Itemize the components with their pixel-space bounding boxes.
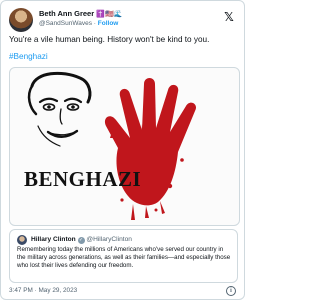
author-name-line[interactable]: Beth Ann Greer ✝️🇺🇸🌊 (39, 9, 122, 18)
tweet-header: Beth Ann Greer ✝️🇺🇸🌊 @SandSunWaves · Fol… (9, 7, 238, 33)
tweet-timestamp[interactable]: 3:47 PM · May 29, 2023 (9, 287, 77, 294)
hashtag-link[interactable]: #Benghazi (9, 52, 48, 61)
author-name[interactable]: Beth Ann Greer (39, 9, 94, 18)
handle-separator: · (93, 20, 96, 27)
tweet-image[interactable]: BENGHAZI (9, 67, 240, 226)
quoted-text: Remembering today the millions of Americ… (17, 246, 231, 270)
info-icon[interactable]: i (226, 286, 236, 296)
quoted-tweet[interactable]: Hillary Clinton ✓ @HillaryClinton Rememb… (9, 229, 238, 283)
image-caption-text: BENGHAZI (24, 167, 142, 191)
quoted-author-handle[interactable]: @HillaryClinton (86, 236, 132, 243)
red-handprint (104, 78, 197, 220)
image-artwork (27, 71, 197, 220)
author-handle[interactable]: @SandSunWaves (39, 20, 92, 27)
verified-badge-icon: ✓ (77, 237, 85, 244)
tweet-text: You're a vile human being. History won't… (9, 35, 210, 44)
author-avatar[interactable] (9, 8, 33, 32)
follow-button[interactable]: Follow (98, 20, 119, 27)
quoted-author-line[interactable]: Hillary Clinton ✓ @HillaryClinton (31, 236, 132, 244)
author-name-emojis: ✝️🇺🇸🌊 (96, 11, 123, 18)
quoted-author-name[interactable]: Hillary Clinton (31, 236, 76, 243)
quoted-avatar[interactable] (17, 235, 27, 245)
author-handle-line: @SandSunWaves · Follow (39, 20, 118, 27)
x-logo-icon[interactable]: 𝕏 (222, 10, 236, 24)
face-illustration (27, 71, 92, 147)
tweet-card[interactable]: Beth Ann Greer ✝️🇺🇸🌊 @SandSunWaves · Fol… (0, 0, 245, 300)
